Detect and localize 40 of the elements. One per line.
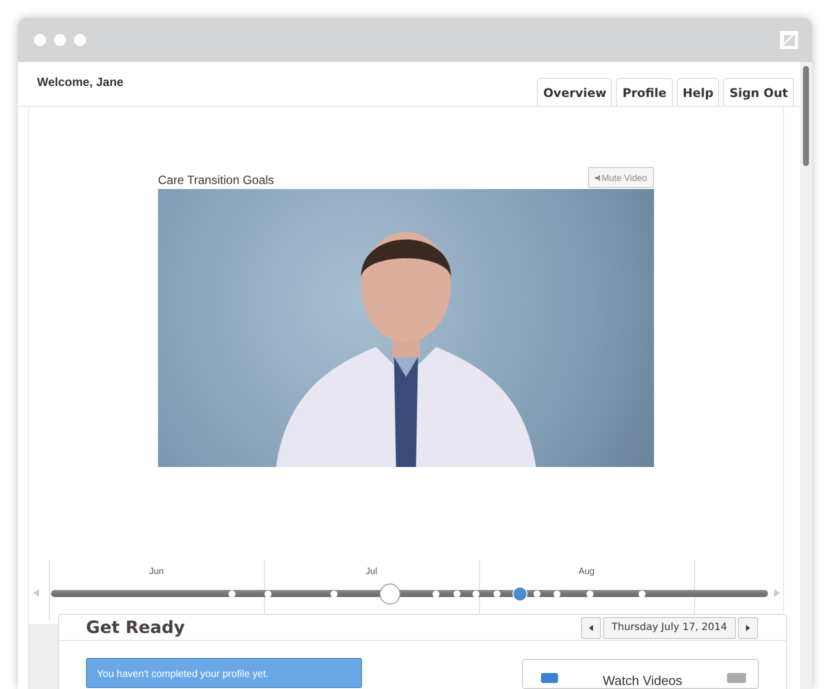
timeline-marker[interactable]: [432, 590, 440, 597]
date-button[interactable]: Thursday July 17, 2014: [602, 616, 736, 638]
panel-title: Get Ready: [86, 618, 185, 638]
scroll-thumb[interactable]: [803, 66, 809, 166]
timeline-marker[interactable]: [472, 590, 480, 597]
month-label: Jun: [149, 566, 164, 578]
welcome-text: Welcome, Jane: [37, 75, 124, 89]
card-title: Watch Videos: [602, 673, 684, 688]
timeline-marker[interactable]: [454, 590, 461, 597]
timeline-marker[interactable]: [638, 590, 646, 597]
left-caret-icon: [588, 624, 593, 630]
scrollbar[interactable]: [800, 62, 812, 689]
current-timeline-marker[interactable]: [512, 586, 528, 601]
window-dot-icon[interactable]: [34, 34, 46, 46]
timeline-marker[interactable]: [264, 590, 272, 597]
video-player[interactable]: [158, 189, 654, 467]
video-title: Care Transition Goals: [158, 173, 274, 187]
timeline-marker[interactable]: [228, 590, 236, 597]
timeline-marker[interactable]: [494, 590, 501, 597]
selected-timeline-marker[interactable]: [380, 583, 401, 604]
timeline-marker[interactable]: [554, 590, 561, 597]
video-card[interactable]: Watch Videos: [522, 659, 759, 689]
month-label: Jul: [366, 566, 378, 578]
nav-tab[interactable]: Sign Out: [723, 78, 794, 106]
window-dot-icon[interactable]: [54, 34, 66, 46]
nav-tab[interactable]: Profile: [616, 78, 673, 106]
nav-tab[interactable]: Help: [676, 78, 720, 106]
timeline-marker[interactable]: [586, 590, 594, 597]
timeline-track[interactable]: [50, 583, 768, 604]
timeline-marker[interactable]: [533, 590, 540, 597]
window-dot-icon[interactable]: [74, 34, 86, 46]
count-badge: [727, 673, 746, 683]
right-caret-icon: [746, 624, 750, 630]
timeline-marker[interactable]: [330, 590, 338, 597]
video-icon: [541, 673, 558, 683]
nav-tab[interactable]: Overview: [537, 78, 612, 106]
next-day-button[interactable]: [738, 616, 758, 638]
previous-day-button[interactable]: [580, 616, 601, 638]
speaker-icon: [594, 174, 600, 180]
month-label: Aug: [578, 566, 594, 578]
